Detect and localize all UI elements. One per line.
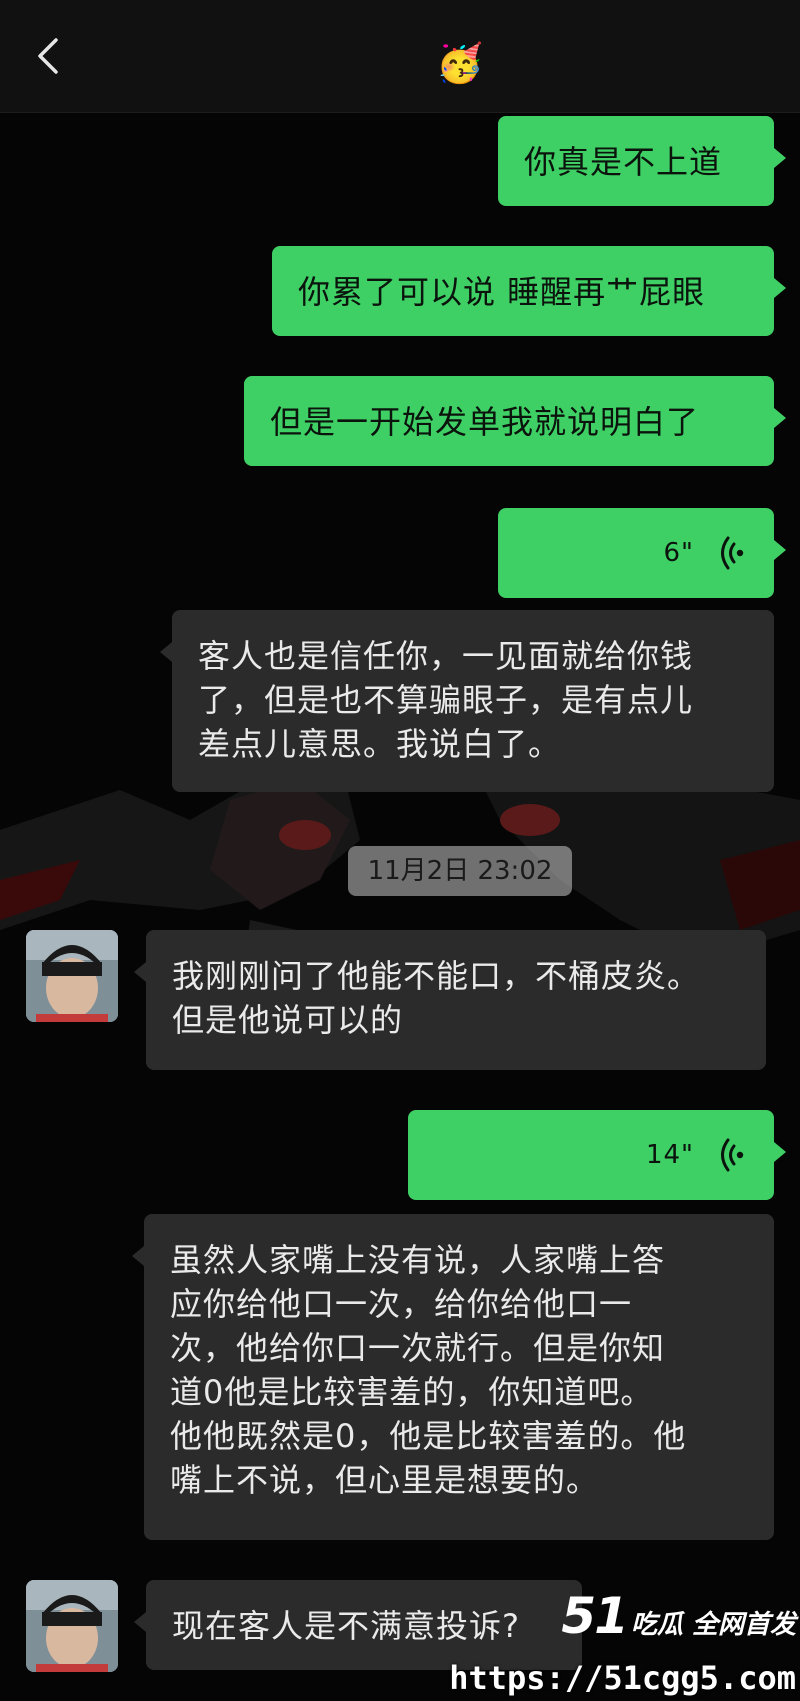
voice-duration: 6": [663, 538, 694, 568]
avatar-image: [26, 930, 118, 1022]
contact-avatar[interactable]: [26, 1580, 118, 1672]
message-line: 虽然人家嘴上没有说，人家嘴上答: [170, 1241, 666, 1279]
incoming-message[interactable]: 客人也是信任你，一见面就给你钱 了，但是也不算骗眼子，是有点儿 差点儿意思。我说…: [160, 610, 774, 792]
message-line: 道0他是比较害羞的，你知道吧。: [170, 1373, 654, 1411]
back-button[interactable]: [28, 36, 68, 76]
message-text: 你累了可以说 睡醒再艹屁眼: [298, 273, 706, 311]
message-line: 他他既然是0，他是比较害羞的。他: [170, 1417, 687, 1455]
incoming-message[interactable]: 虽然人家嘴上没有说，人家嘴上答 应你给他口一次，给你给他口一 次，他给你口一次就…: [132, 1214, 774, 1540]
message-text: 现在客人是不满意投诉?: [172, 1607, 520, 1645]
outgoing-voice-message[interactable]: 6": [498, 508, 786, 598]
voice-duration: 14": [645, 1140, 694, 1170]
message-text: 但是一开始发单我就说明白了: [270, 403, 700, 441]
incoming-message[interactable]: 我刚刚问了他能不能口，不桶皮炎。 但是他说可以的: [134, 930, 766, 1070]
message-line: 次，他给你口一次就行。但是你知: [170, 1329, 666, 1367]
avatar-image: [26, 1580, 118, 1672]
outgoing-message[interactable]: 你累了可以说 睡醒再艹屁眼: [272, 246, 786, 336]
chat-header: 🥳: [0, 0, 800, 113]
outgoing-message[interactable]: 你真是不上道: [498, 116, 786, 206]
message-text: 你真是不上道: [524, 143, 723, 181]
message-line: 差点儿意思。我说白了。: [198, 725, 562, 763]
message-line: 了，但是也不算骗眼子，是有点儿: [198, 681, 694, 719]
outgoing-message[interactable]: 但是一开始发单我就说明白了: [244, 376, 786, 466]
chevron-left-icon: [38, 38, 58, 74]
incoming-message[interactable]: 现在客人是不满意投诉?: [134, 1580, 582, 1670]
contact-name-emoji: 🥳: [436, 41, 484, 85]
contact-avatar[interactable]: [26, 930, 118, 1022]
timestamp-divider: 11月2日 23:02: [348, 846, 572, 896]
voice-wave-icon: [721, 536, 744, 570]
watermark-brand-text: 吃瓜 全网首发: [630, 1610, 796, 1640]
chat-screen: 🥳 你真是不上道 你累了可以说 睡醒再艹屁眼 但是一开始发单我就说明白了 6" …: [0, 0, 800, 1701]
voice-wave-icon: [721, 1138, 744, 1172]
message-line: 客人也是信任你，一见面就给你钱: [198, 637, 694, 675]
message-line: 应你给他口一次，给你给他口一: [170, 1285, 633, 1323]
watermark-brand: 51 吃瓜 全网首发: [561, 1587, 796, 1645]
message-line: 嘴上不说，但心里是想要的。: [170, 1461, 600, 1499]
message-line: 但是他说可以的: [172, 1001, 404, 1039]
message-line: 我刚刚问了他能不能口，不桶皮炎。: [172, 957, 701, 995]
outgoing-voice-message[interactable]: 14": [408, 1110, 786, 1200]
